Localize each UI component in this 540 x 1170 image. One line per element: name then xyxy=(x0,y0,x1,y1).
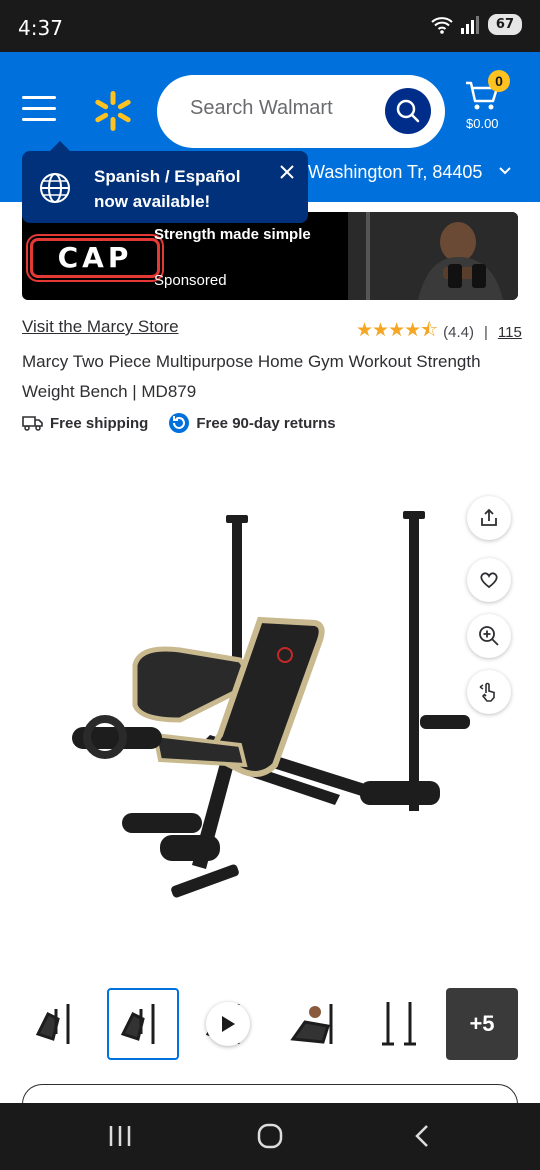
thumbnail-carousel: +5 xyxy=(22,988,522,1062)
status-bar: 4:37 67 xyxy=(0,0,540,52)
returns-icon xyxy=(169,413,190,433)
walmart-spark-logo[interactable] xyxy=(92,90,134,132)
thumbnail-2[interactable] xyxy=(107,988,179,1060)
review-count-link[interactable]: 115 xyxy=(498,324,522,341)
search-button[interactable] xyxy=(385,88,431,134)
cart-total: $0.00 xyxy=(466,116,499,131)
rating-summary[interactable]: ★★★★⯪ (4.4) | 115 xyxy=(356,316,522,348)
chevron-down-icon[interactable] xyxy=(498,166,512,176)
rack-thumbnail-image xyxy=(382,1002,416,1046)
rating-value: (4.4) xyxy=(443,323,474,341)
sponsored-ad-banner[interactable]: CAP Strength made simple Sponsored xyxy=(22,212,518,300)
tooltip-message: Spanish / Español now available! xyxy=(94,167,241,211)
truck-icon xyxy=(22,416,43,431)
rating-separator: | xyxy=(483,323,488,341)
touch-icon xyxy=(479,682,495,702)
status-time: 4:37 xyxy=(18,16,63,40)
product-image[interactable] xyxy=(60,495,480,905)
thumbnail-4[interactable] xyxy=(277,988,349,1060)
search-input[interactable] xyxy=(190,97,380,120)
more-images-button[interactable]: +5 xyxy=(446,988,518,1060)
search-icon xyxy=(396,99,420,123)
ad-photo xyxy=(348,212,518,300)
location-text[interactable]: Washington Tr, 84405 xyxy=(308,162,482,183)
star-rating-icon: ★★★★⯪ xyxy=(356,320,438,341)
cap-logo: CAP xyxy=(30,238,160,278)
cart-count-badge: 0 xyxy=(488,70,510,92)
zoom-button[interactable] xyxy=(467,614,511,658)
share-icon xyxy=(481,508,497,526)
menu-button[interactable] xyxy=(22,96,56,126)
back-icon[interactable] xyxy=(412,1123,432,1149)
ad-sponsored-label: Sponsored xyxy=(154,272,227,289)
fulfillment-badges: Free shipping Free 90-day returns xyxy=(22,412,356,434)
recent-apps-icon[interactable] xyxy=(108,1123,132,1149)
play-icon xyxy=(222,1016,235,1032)
thumbnail-video[interactable] xyxy=(192,988,264,1060)
free-returns-text: Free 90-day returns xyxy=(196,414,336,432)
signal-icon xyxy=(460,15,479,34)
thumbnail-1[interactable] xyxy=(22,988,94,1060)
share-button[interactable] xyxy=(467,496,511,540)
favorite-button[interactable] xyxy=(467,558,511,602)
search-bar[interactable] xyxy=(157,75,445,148)
battery-indicator: 67 xyxy=(487,14,522,35)
free-returns-badge: Free 90-day returns xyxy=(168,412,336,434)
more-images-count: +5 xyxy=(469,1011,495,1036)
home-icon[interactable] xyxy=(257,1123,283,1149)
product-title: Marcy Two Piece Multipurpose Home Gym Wo… xyxy=(22,352,481,401)
free-shipping-text: Free shipping xyxy=(50,414,149,432)
close-icon[interactable] xyxy=(278,163,296,181)
bench-thumbnail-image xyxy=(120,1004,155,1044)
language-tooltip: Spanish / Español now available! xyxy=(22,141,308,223)
cart-button[interactable]: 0 $0.00 xyxy=(462,70,522,138)
view-360-button[interactable] xyxy=(467,670,511,714)
bench-user-thumbnail-image xyxy=(290,1004,333,1044)
athlete-image xyxy=(348,212,518,300)
store-link[interactable]: Visit the Marcy Store xyxy=(22,317,179,337)
zoom-in-icon xyxy=(479,626,499,646)
free-shipping-badge: Free shipping xyxy=(22,415,148,432)
ad-tagline: Strength made simple xyxy=(154,226,311,243)
system-nav-bar xyxy=(0,1103,540,1170)
status-icons: 67 xyxy=(430,14,522,35)
globe-icon xyxy=(40,173,70,203)
heart-icon xyxy=(480,572,498,589)
hamburger-line xyxy=(22,107,56,110)
bench-thumbnail-image xyxy=(35,1004,70,1044)
play-button[interactable] xyxy=(206,1002,250,1046)
wifi-icon xyxy=(431,16,453,34)
hamburger-line xyxy=(22,118,56,121)
thumbnail-5[interactable] xyxy=(362,988,434,1060)
hamburger-icon xyxy=(22,96,56,99)
